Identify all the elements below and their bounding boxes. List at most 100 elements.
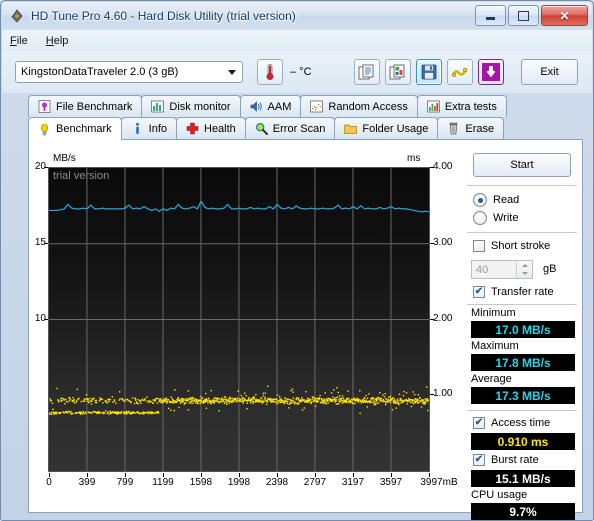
- x-axis-tick: 3997mB: [420, 477, 458, 488]
- exit-button-label: Exit: [540, 66, 559, 78]
- x-axis-tickmark: [314, 473, 316, 477]
- info-icon: [135, 122, 139, 134]
- maximize-button[interactable]: [508, 5, 539, 26]
- settings-button[interactable]: [446, 59, 473, 85]
- y2-axis-tickmark: [430, 167, 434, 168]
- checkbox-burst-rate-label: Burst rate: [491, 454, 539, 466]
- save-icon: [421, 64, 436, 80]
- chevron-down-icon: [521, 272, 528, 276]
- tab-folder-usage[interactable]: Folder Usage: [334, 117, 439, 139]
- checkbox-short-stroke-label: Short stroke: [491, 240, 551, 252]
- minimize-icon: [486, 17, 495, 20]
- stepper-buttons[interactable]: [516, 261, 532, 278]
- x-axis-tickmark: [352, 473, 354, 477]
- stepper-down[interactable]: [517, 270, 532, 279]
- copy-text-button[interactable]: [353, 59, 380, 85]
- tab-health[interactable]: Health: [176, 117, 246, 139]
- x-axis-tickmark: [86, 473, 88, 477]
- download-icon: [481, 63, 500, 81]
- tab-label: Folder Usage: [362, 122, 429, 135]
- cpu-usage-value: 9.7%: [471, 503, 575, 520]
- minimize-button[interactable]: [475, 5, 506, 26]
- tab-disk-monitor[interactable]: Disk monitor: [141, 95, 241, 117]
- random-access-icon: [310, 100, 324, 113]
- save-button[interactable]: [415, 59, 442, 85]
- tab-label: File Benchmark: [56, 100, 133, 113]
- window-controls: ✕: [475, 5, 588, 26]
- chevron-down-icon: [228, 70, 236, 75]
- drive-select-value: KingstonDataTraveler 2.0 (3 gB): [21, 66, 179, 78]
- tab-extra-tests[interactable]: Extra tests: [416, 95, 507, 117]
- exit-button[interactable]: Exit: [521, 59, 578, 85]
- tab-label: Disk monitor: [169, 100, 231, 113]
- x-axis-tickmark: [276, 473, 278, 477]
- file-benchmark-icon: [38, 100, 51, 113]
- control-panel: Start Read Write Short stroke 40 gB ✔ Tr…: [461, 140, 583, 520]
- health-cross-icon: [186, 122, 199, 135]
- cpu-usage-label: CPU usage: [471, 489, 528, 501]
- minimum-label: Minimum: [471, 307, 516, 319]
- checkbox-short-stroke[interactable]: Short stroke: [473, 240, 550, 252]
- temperature-button[interactable]: [257, 59, 283, 85]
- checkbox-burst-rate[interactable]: ✔ Burst rate: [473, 454, 539, 466]
- start-button[interactable]: Start: [473, 153, 571, 177]
- tab-label: Benchmark: [56, 123, 112, 135]
- toolbar: KingstonDataTraveler 2.0 (3 gB) – °C Exi…: [2, 51, 592, 93]
- hd-tune-window: HD Tune Pro 4.60 - Hard Disk Utility (tr…: [0, 0, 594, 521]
- temperature-display: – °C: [257, 59, 312, 85]
- checkbox-transfer-rate-label: Transfer rate: [491, 286, 554, 298]
- disk-monitor-icon: [151, 100, 165, 113]
- close-button[interactable]: ✕: [541, 5, 588, 26]
- thermometer-icon: [266, 64, 274, 81]
- x-axis-tickmark: [49, 473, 50, 477]
- maximize-icon: [518, 10, 529, 21]
- average-value: 17.3 MB/s: [471, 387, 575, 404]
- download-button[interactable]: [477, 59, 504, 85]
- checkbox-burst-rate-box: ✔: [473, 454, 485, 466]
- tab-row-bottom: Benchmark Info Health Error Scan Folder …: [28, 117, 505, 140]
- tab-file-benchmark[interactable]: File Benchmark: [28, 95, 143, 117]
- tab-random-access[interactable]: Random Access: [300, 95, 418, 117]
- y-axis-tickmark: [44, 167, 48, 168]
- drive-select[interactable]: KingstonDataTraveler 2.0 (3 gB): [15, 61, 243, 83]
- copy-image-icon: [389, 64, 405, 79]
- app-logo-icon: [11, 9, 23, 23]
- tab-label: Error Scan: [272, 122, 326, 135]
- benchmark-panel: MB/s ms trial version 10 15 20 1.00 2.00 3.0…: [28, 139, 583, 520]
- menu-item-file[interactable]: File: [10, 35, 28, 47]
- copy-text-icon: [358, 64, 374, 79]
- tab-error-scan[interactable]: Error Scan: [244, 117, 336, 139]
- checkbox-transfer-rate[interactable]: ✔ Transfer rate: [473, 286, 554, 298]
- y2-axis-tickmark: [430, 242, 434, 244]
- menu-item-help[interactable]: Help: [46, 35, 69, 47]
- start-button-label: Start: [510, 159, 534, 171]
- divider: [467, 410, 577, 411]
- tab-aam[interactable]: AAM: [239, 95, 302, 117]
- short-stroke-unit: gB: [543, 263, 557, 275]
- tab-erase[interactable]: Erase: [437, 117, 505, 139]
- stepper-up[interactable]: [517, 261, 532, 270]
- y-axis-tickmark: [44, 242, 48, 244]
- y2-axis-tickmark: [430, 394, 434, 396]
- toolbar-buttons: [353, 59, 504, 85]
- burst-rate-value: 15.1 MB/s: [471, 470, 575, 487]
- short-stroke-stepper[interactable]: 40: [471, 260, 533, 279]
- tab-label: Extra tests: [444, 100, 497, 113]
- checkbox-access-time[interactable]: ✔ Access time: [473, 417, 550, 429]
- y2-axis-label: ms: [407, 153, 421, 164]
- tab-row-top: File Benchmark Disk monitor AAM Random A…: [28, 95, 507, 117]
- checkbox-access-time-box: ✔: [473, 417, 485, 429]
- temperature-value: – °C: [290, 66, 312, 78]
- tab-label: Random Access: [328, 100, 408, 113]
- tab-label: AAM: [267, 100, 292, 113]
- aam-speaker-icon: [250, 101, 262, 112]
- tab-benchmark[interactable]: Benchmark: [28, 117, 122, 140]
- y-axis-tick: 20: [34, 161, 46, 172]
- radio-write[interactable]: Write: [473, 211, 518, 225]
- radio-read[interactable]: Read: [473, 193, 519, 207]
- tab-label: Health: [204, 122, 236, 135]
- copy-image-button[interactable]: [384, 59, 411, 85]
- checkbox-transfer-rate-box: ✔: [473, 286, 485, 298]
- tab-info[interactable]: Info: [120, 117, 177, 139]
- folder-usage-icon: [344, 124, 358, 134]
